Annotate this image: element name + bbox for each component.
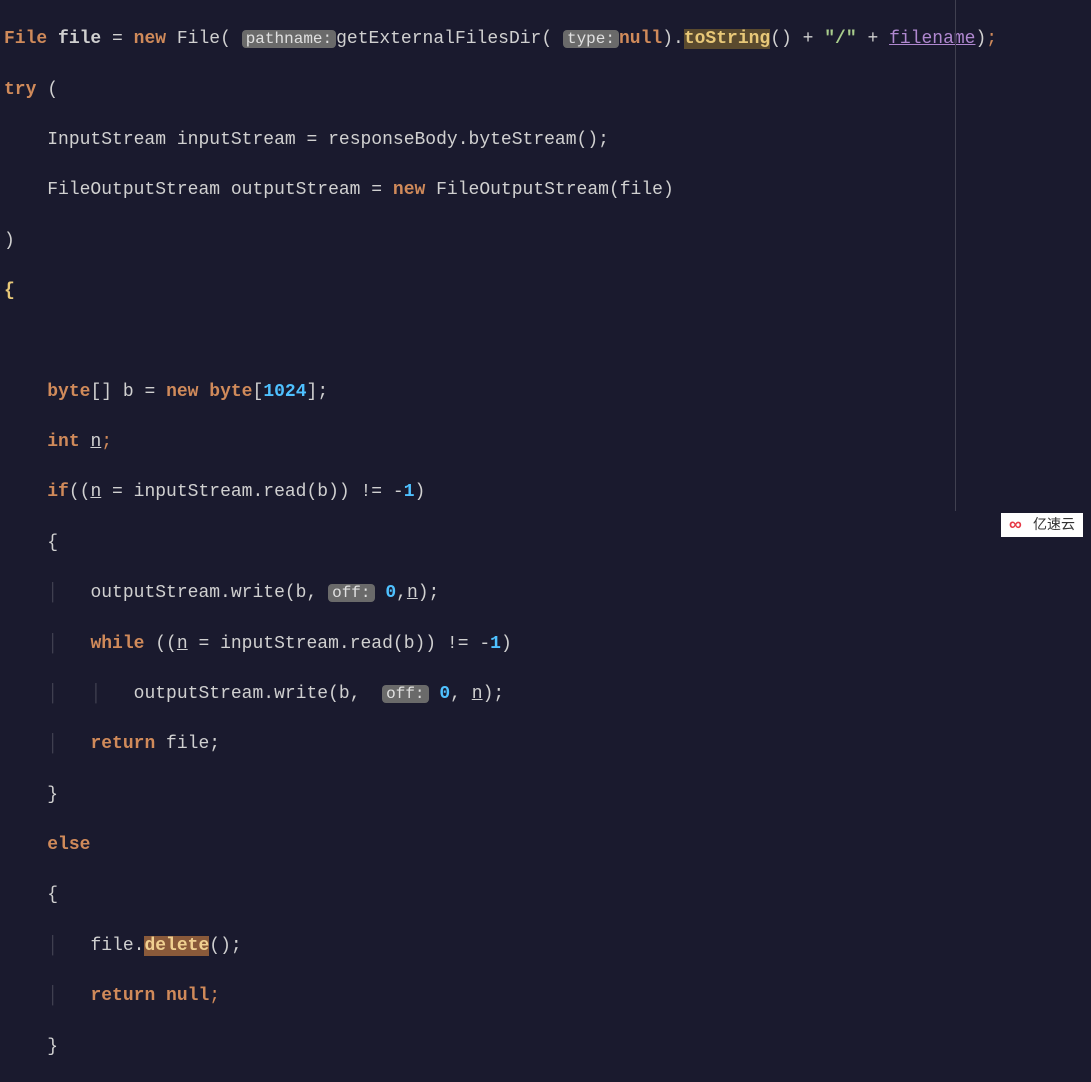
watermark: 亿速云 — [1001, 513, 1083, 537]
code-line: int n; — [4, 430, 1087, 455]
watermark-text: 亿速云 — [1033, 515, 1075, 535]
code-line: InputStream inputStream = responseBody.b… — [4, 128, 1087, 153]
code-line: { — [4, 883, 1087, 908]
editor-margin-line — [955, 0, 956, 511]
code-line: │ while ((n = inputStream.read(b)) != -1… — [4, 632, 1087, 657]
param-hint: type: — [563, 30, 619, 48]
code-line: │ file.delete(); — [4, 934, 1087, 959]
code-line: { — [4, 279, 1087, 304]
code-line — [4, 329, 1087, 354]
code-line: │ outputStream.write(b, off: 0,n); — [4, 581, 1087, 606]
code-editor[interactable]: File file = new File( pathname:getExtern… — [0, 0, 1091, 1082]
param-hint: pathname: — [242, 30, 336, 48]
watermark-icon — [1009, 518, 1029, 532]
code-line: FileOutputStream outputStream = new File… — [4, 178, 1087, 203]
param-hint: off: — [328, 584, 374, 602]
code-line: │ return null; — [4, 984, 1087, 1009]
code-line: │ │ outputStream.write(b, off: 0, n); — [4, 682, 1087, 707]
code-line: ) — [4, 229, 1087, 254]
code-line: } — [4, 783, 1087, 808]
code-line: │ return file; — [4, 732, 1087, 757]
code-line: try ( — [4, 78, 1087, 103]
param-hint: off: — [382, 685, 428, 703]
code-line: if((n = inputStream.read(b)) != -1) — [4, 480, 1087, 505]
code-line: byte[] b = new byte[1024]; — [4, 380, 1087, 405]
code-line: else — [4, 833, 1087, 858]
code-line: } — [4, 1035, 1087, 1060]
code-line: File file = new File( pathname:getExtern… — [4, 27, 1087, 52]
code-line: { — [4, 531, 1087, 556]
